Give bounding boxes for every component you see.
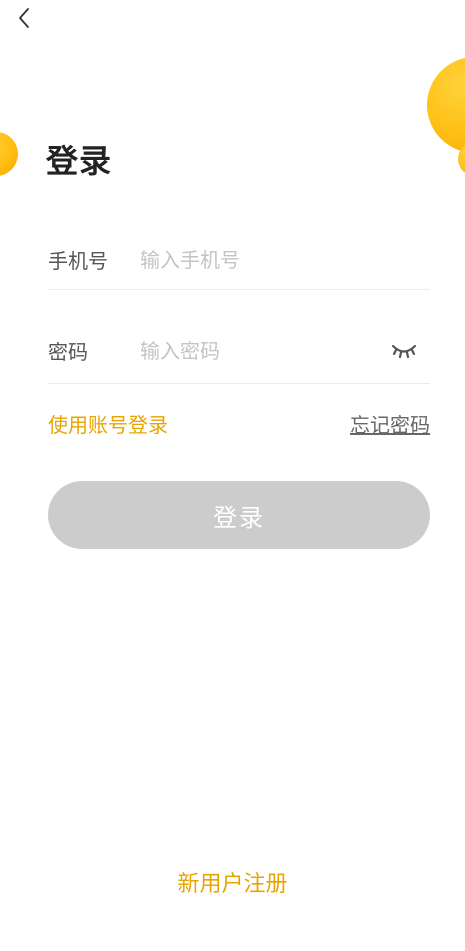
phone-label: 手机号 [48, 249, 108, 273]
account-login-link[interactable]: 使用账号登录 [48, 409, 168, 438]
password-visibility-toggle[interactable] [389, 339, 418, 363]
phone-input[interactable] [140, 247, 430, 272]
password-input[interactable] [140, 338, 389, 363]
decorative-circle [427, 57, 465, 153]
password-label: 密码 [48, 340, 88, 364]
password-row: 密码 [48, 318, 430, 384]
forgot-password-link[interactable]: 忘记密码 [350, 409, 430, 438]
phone-row: 手机号 [48, 230, 430, 290]
login-button[interactable]: 登录 [48, 481, 430, 549]
decorative-circle [0, 132, 18, 176]
login-screen: 登录 手机号 密码 使用账号登录 忘记密码 登录 新用户注册 [0, 0, 465, 951]
eye-closed-icon [391, 344, 416, 358]
register-link[interactable]: 新用户注册 [0, 866, 465, 898]
login-options-row: 使用账号登录 忘记密码 [48, 405, 430, 441]
chevron-left-icon [19, 8, 29, 28]
back-button[interactable] [8, 2, 40, 34]
page-title: 登录 [46, 142, 113, 180]
